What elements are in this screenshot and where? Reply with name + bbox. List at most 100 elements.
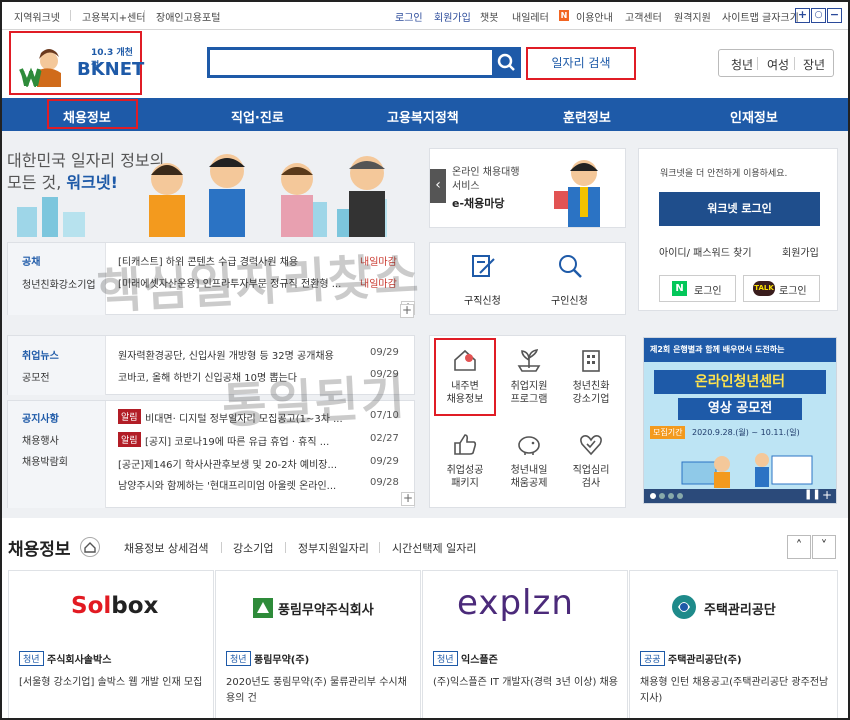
link-chatbot[interactable]: 챗봇 — [480, 9, 498, 24]
tab-career[interactable]: 직업·진로 — [231, 107, 284, 126]
e-recruit-title: e-채용마당 — [452, 197, 505, 210]
link-part-time[interactable]: 시간선택제 일자리 — [392, 540, 476, 556]
font-size-label: 글자크기 — [762, 13, 799, 24]
notice-item[interactable]: [공군]제146기 학사사관후보생 및 20-2차 예비장... — [118, 456, 363, 471]
worknet-login-button[interactable]: 워크넷 로그인 — [659, 192, 820, 226]
chevron-left-icon[interactable]: ‹ — [430, 169, 446, 203]
logo-box: box — [111, 593, 159, 619]
company-name: 주식회사솔박스 — [47, 655, 112, 666]
magnifier-icon — [559, 255, 582, 278]
tab-contest[interactable]: 공모전 — [22, 369, 50, 384]
news-date: 09/29 — [370, 347, 399, 358]
company-logo-icon — [672, 595, 696, 619]
link-small-giants[interactable]: 강소기업 — [233, 540, 273, 556]
home-button[interactable] — [80, 537, 100, 557]
quick-youth-company[interactable]: 청년친화 강소기업 — [564, 380, 618, 406]
link-detail-search[interactable]: 채용정보 상세검색 — [124, 540, 208, 556]
tab-training[interactable]: 훈련정보 — [563, 107, 611, 126]
kakao-icon: TALK — [753, 281, 775, 296]
hero-banner[interactable]: 대한민국 일자리 정보의 모든 것, 워크넷! — [7, 137, 415, 237]
company-card[interactable]: 주택관리공단 공공 주택관리공단(주) 채용형 인턴 채용공고(주택관리공단 광… — [629, 570, 838, 718]
link-employment-center[interactable]: 고용복지+센터 — [82, 9, 146, 24]
search-icon — [497, 53, 515, 71]
segment-youth[interactable]: 청년 — [731, 56, 753, 73]
tab-employment-news[interactable]: 취업뉴스 — [22, 347, 59, 362]
zoom-in-button[interactable]: + — [795, 8, 810, 23]
join-link[interactable]: 회원가입 — [782, 244, 819, 259]
naver-icon: N — [672, 281, 687, 296]
company-name: 풍림무약(주) — [254, 655, 310, 666]
company-logo-icon — [253, 598, 273, 618]
tab-notice[interactable]: 공지사항 — [22, 410, 59, 425]
link-login[interactable]: 로그인 — [395, 9, 423, 24]
search-input[interactable] — [207, 47, 521, 78]
alert-tag: 알림 — [118, 409, 141, 424]
link-sitemap[interactable]: 사이트맵 — [722, 9, 759, 24]
quick-success-package[interactable]: 취업성공 패키지 — [438, 464, 492, 490]
link-guide[interactable]: 이용안내 — [576, 9, 613, 24]
slide-dot[interactable] — [677, 493, 683, 499]
more-button[interactable]: + — [401, 492, 415, 506]
kakao-login-button[interactable]: TALK 로그인 — [743, 275, 820, 302]
company-desc: [서울형 강소기업] 솔박스 웹 개발 인재 모집 — [19, 677, 203, 688]
logo-text: BKNET — [77, 59, 145, 80]
banner-title: 온라인청년센터 — [654, 370, 826, 394]
link-signup[interactable]: 회원가입 — [434, 9, 471, 24]
chevron-down-icon[interactable]: ˅ — [812, 535, 836, 559]
piggy-bank-icon — [518, 436, 540, 455]
zoom-reset-button[interactable]: ○ — [811, 8, 826, 23]
tab-public-hire[interactable]: 공채 — [22, 253, 40, 268]
quick-nearby-jobs[interactable]: 내주변 채용정보 — [438, 380, 492, 406]
tab-recruitment[interactable]: 채용정보 — [63, 107, 111, 126]
notice-item[interactable]: 남양주시와 함께하는 '현대프리미엄 아울렛 온라인... — [118, 477, 363, 492]
quick-support-program[interactable]: 취업지원 프로그램 — [502, 380, 556, 406]
period-label: 모집기간 — [650, 426, 686, 439]
period-text: 2020.9.28.(월) ~ 10.11.(일) — [692, 428, 800, 437]
tab-job-fair[interactable]: 채용박람회 — [22, 453, 68, 468]
apply-job-seeking[interactable]: 구직신청 — [464, 292, 501, 307]
tab-talent[interactable]: 인재정보 — [730, 107, 778, 126]
apply-panel: 구직신청 구인신청 — [429, 242, 626, 315]
company-card[interactable]: 풍림무약주식회사 청년 풍림무약(주) 2020년도 풍림무약(주) 물류관리부… — [215, 570, 421, 718]
link-gov-jobs[interactable]: 정부지원일자리 — [298, 540, 369, 556]
search-button[interactable] — [492, 47, 521, 78]
find-id-link[interactable]: 아이디/ 패스워드 찾기 — [659, 244, 752, 259]
chevron-up-icon[interactable]: ˄ — [787, 535, 811, 559]
segment-women[interactable]: 여성 — [767, 56, 789, 73]
company-card[interactable]: explzn 청년 익스플즌 (주)익스플즌 IT 개발자(경력 3년 이상) … — [422, 570, 628, 718]
zoom-out-button[interactable]: − — [827, 8, 842, 23]
plus-icon[interactable]: + — [822, 488, 832, 502]
heart-check-icon — [580, 435, 602, 456]
contest-banner[interactable]: 제2회 은행별과 함께 배우면서 도전하는 온라인청년센터 영상 공모전 모집기… — [643, 337, 837, 504]
pause-icon[interactable]: ❚❚ — [804, 489, 821, 500]
link-disabled-portal[interactable]: 장애인고용포털 — [156, 9, 220, 24]
notice-date: 02/27 — [370, 433, 399, 444]
logo-sol: Sol — [71, 593, 112, 619]
e-recruit-banner[interactable]: ‹ 온라인 채용대행 서비스 e-채용마당 — [429, 148, 626, 228]
segment-senior[interactable]: 장년 — [803, 56, 825, 73]
quick-youth-tomorrow[interactable]: 청년내일 채움공제 — [502, 464, 556, 490]
tab-job-event[interactable]: 채용행사 — [22, 432, 59, 447]
link-regional-worknet[interactable]: 지역워크넷 — [14, 9, 60, 24]
link-newsletter[interactable]: 내일레터 — [512, 9, 549, 24]
slide-dot[interactable] — [668, 493, 674, 499]
news-item[interactable]: 원자력환경공단, 신입사원 개방형 등 32명 공개채용 — [118, 347, 363, 362]
link-support[interactable]: 고객센터 — [625, 9, 662, 24]
tab-welfare-policy[interactable]: 고용복지정책 — [387, 107, 459, 126]
worknet-logo[interactable]: W 10.3 개천절 BKNET — [9, 31, 145, 95]
quick-psych-test[interactable]: 직업심리 검사 — [564, 464, 618, 490]
people-illustration — [149, 154, 385, 237]
link-remote[interactable]: 원격지원 — [674, 9, 711, 24]
company-card[interactable]: Solbox 청년 주식회사솔박스 [서울형 강소기업] 솔박스 웹 개발 인재… — [8, 570, 214, 718]
slide-dot[interactable] — [659, 493, 665, 499]
section-title: 채용정보 — [8, 540, 71, 560]
job-search-button[interactable]: 일자리 검색 — [526, 47, 636, 80]
naver-login-button[interactable]: N 로그인 — [659, 275, 736, 302]
notice-item[interactable]: [공지] 코로나19에 따른 유급 휴업 · 휴직 ... — [145, 433, 363, 448]
plant-hand-icon — [517, 349, 541, 372]
slide-dot[interactable] — [650, 493, 656, 499]
tab-youth-friendly[interactable]: 청년친화강소기업 — [22, 276, 96, 291]
apply-recruiting[interactable]: 구인신청 — [551, 292, 588, 307]
main-nav: 채용정보 직업·진로 고용복지정책 훈련정보 인재정보 — [2, 98, 848, 131]
workeet-window: 지역워크넷 고용복지+센터 장애인고용포털 로그인 회원가입 챗봇 내일레터 N… — [0, 0, 850, 720]
